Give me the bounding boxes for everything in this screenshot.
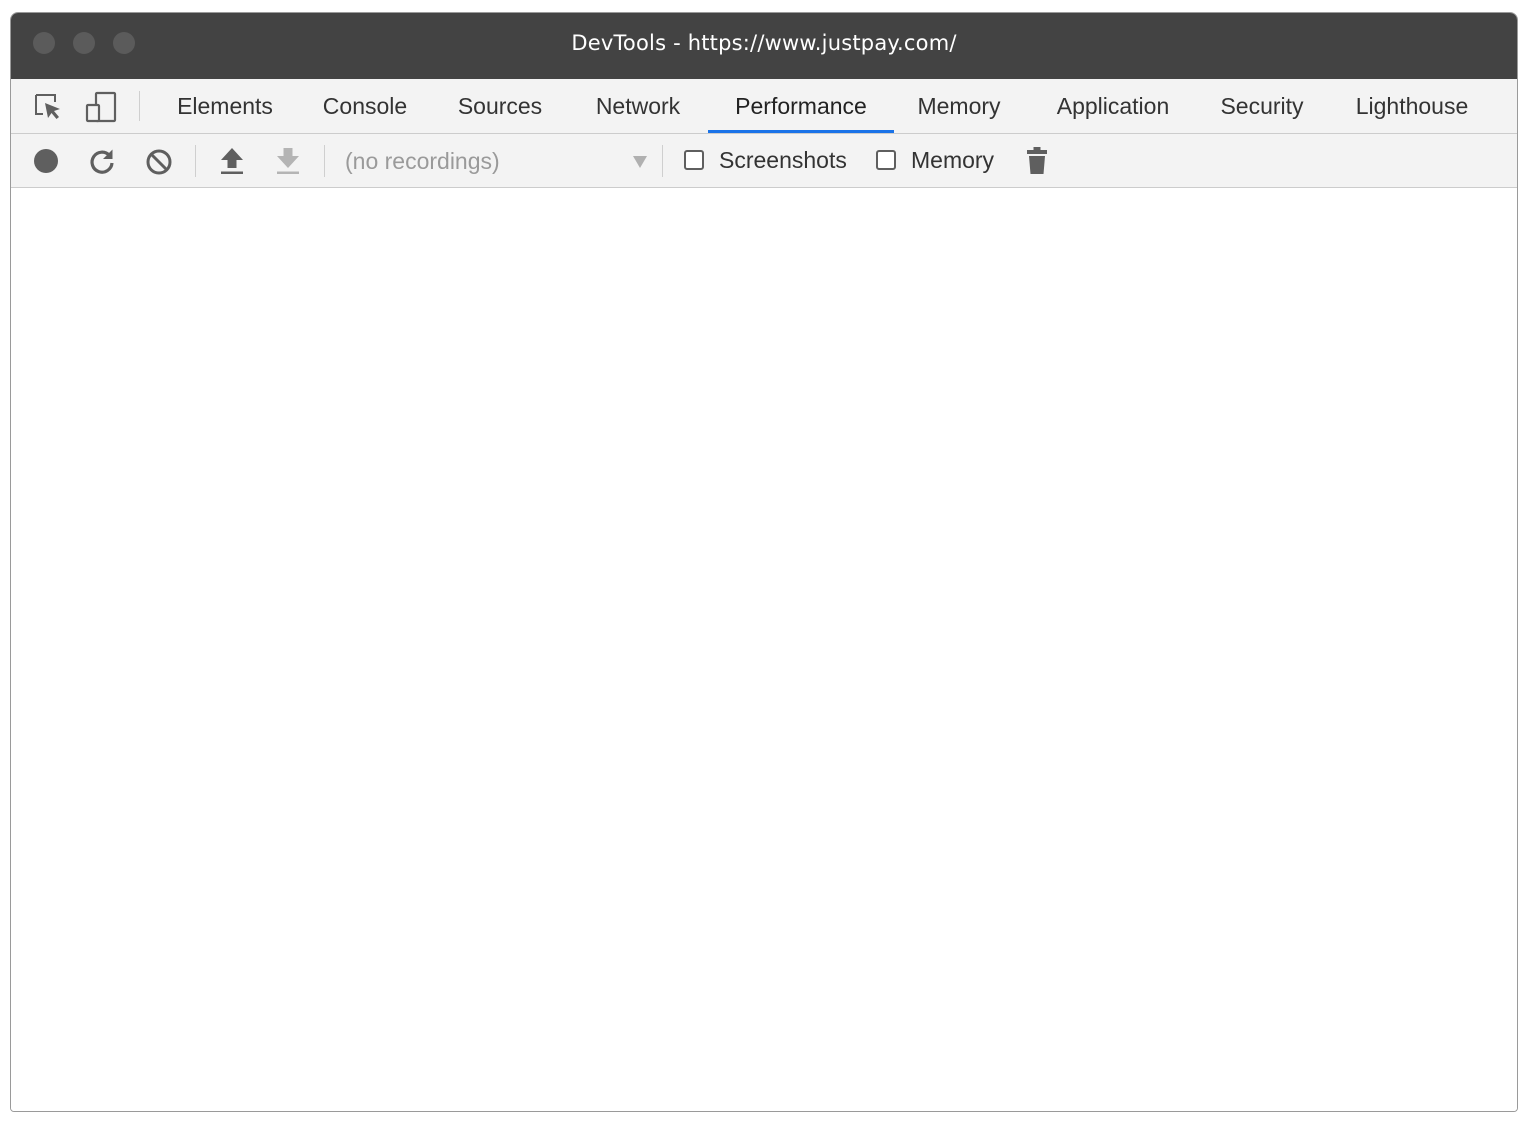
tab-application[interactable]: Application	[1041, 79, 1185, 133]
title-bar: DevTools - https://www.justpay.com/	[11, 13, 1517, 79]
tab-memory[interactable]: Memory	[903, 79, 1015, 133]
active-tab-indicator	[708, 130, 894, 133]
recordings-select[interactable]: (no recordings)	[345, 146, 651, 176]
dropdown-arrow-icon	[633, 156, 647, 168]
toolbar-divider	[195, 145, 196, 177]
recordings-select-value: (no recordings)	[345, 148, 500, 174]
tab-sources[interactable]: Sources	[443, 79, 557, 133]
toolbar-divider	[662, 145, 663, 177]
download-icon[interactable]	[274, 146, 302, 176]
clear-icon[interactable]	[145, 148, 173, 176]
record-icon[interactable]	[33, 148, 59, 174]
screenshots-checkbox[interactable]	[684, 150, 704, 170]
window-title: DevTools - https://www.justpay.com/	[571, 31, 957, 55]
tab-security[interactable]: Security	[1207, 79, 1317, 133]
toolbar-divider	[324, 145, 325, 177]
memory-label[interactable]: Memory	[911, 145, 994, 175]
devtools-window: DevTools - https://www.justpay.com/ Elem…	[10, 12, 1518, 1112]
screenshots-label[interactable]: Screenshots	[719, 145, 847, 175]
performance-panel-content	[11, 188, 1517, 1111]
upload-icon[interactable]	[218, 146, 246, 176]
trash-icon[interactable]	[1026, 146, 1048, 176]
reload-record-icon[interactable]	[88, 147, 116, 175]
tab-console[interactable]: Console	[307, 79, 423, 133]
tab-lighthouse[interactable]: Lighthouse	[1341, 79, 1483, 133]
memory-checkbox[interactable]	[876, 150, 896, 170]
tab-performance[interactable]: Performance	[708, 79, 894, 133]
tabbar-divider	[139, 91, 140, 121]
inspect-element-icon[interactable]	[33, 92, 63, 122]
performance-toolbar: (no recordings) Screenshots Memory	[11, 134, 1517, 188]
panel-tab-bar: Elements Console Sources Network Perform…	[11, 79, 1517, 134]
device-toolbar-icon[interactable]	[85, 91, 117, 123]
tab-network[interactable]: Network	[579, 79, 697, 133]
tab-elements[interactable]: Elements	[163, 79, 287, 133]
